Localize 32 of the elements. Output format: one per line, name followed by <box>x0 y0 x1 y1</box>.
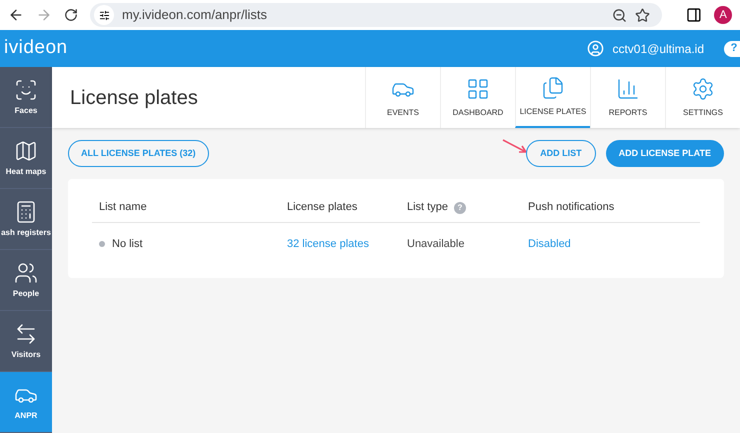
list-type: Unavailable <box>407 236 466 252</box>
back-button[interactable] <box>8 7 24 23</box>
column-header: Push notifications <box>528 200 614 216</box>
address-bar[interactable]: my.ivideon.com/anpr/lists <box>90 3 662 27</box>
nav-tab[interactable]: EVENTS <box>365 67 440 128</box>
column-header: List name <box>99 200 147 216</box>
nav-tab[interactable]: LICENSE PLATES <box>515 67 590 128</box>
sidebar-item[interactable]: People <box>0 250 52 311</box>
list-name: No list <box>112 236 143 252</box>
people-icon <box>14 260 38 284</box>
nav-tab[interactable]: SETTINGS <box>665 67 740 128</box>
map-icon <box>14 138 38 162</box>
page-title: License plates <box>70 86 199 110</box>
documents-icon <box>541 76 565 100</box>
bookmark-star-icon[interactable] <box>635 8 650 22</box>
site-settings-icon[interactable] <box>94 5 114 25</box>
url-text: my.ivideon.com/anpr/lists <box>122 6 268 24</box>
zoom-icon[interactable] <box>612 8 628 22</box>
column-header: List type <box>407 200 448 216</box>
reload-button[interactable] <box>64 8 78 22</box>
sidebar-item[interactable]: Heat maps <box>0 128 52 189</box>
nav-tab[interactable]: REPORTS <box>590 67 665 128</box>
bar-chart-icon <box>616 76 640 100</box>
side-panel-icon[interactable] <box>686 7 702 23</box>
column-header: License plates <box>287 200 358 216</box>
gear-icon <box>691 76 715 100</box>
nav-tab[interactable]: DASHBOARD <box>440 67 515 128</box>
sidebar-item[interactable]: ash registers <box>0 189 52 250</box>
face-scan-icon <box>14 78 38 102</box>
grid-icon <box>466 76 490 100</box>
profile-avatar[interactable]: A <box>714 6 732 24</box>
user-icon[interactable] <box>587 40 604 57</box>
